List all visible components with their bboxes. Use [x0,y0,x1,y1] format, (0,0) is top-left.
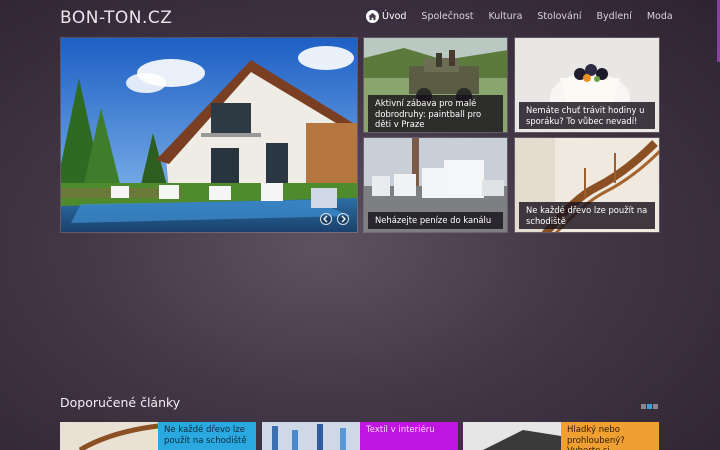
carousel-dots [641,404,659,409]
site-logo[interactable]: BON-TON.CZ [60,8,172,28]
main-nav: Úvod Společnost Kultura Stolování Bydlen… [366,8,673,24]
tile-caption: Neházejte peníze do kanálu [368,212,503,229]
card-title: Ne každé dřevo lze použít na schodiště [158,422,256,450]
nav-label: Úvod [382,10,407,22]
section-title-recommended: Doporučené články [60,395,181,410]
carousel-dot[interactable] [653,404,658,409]
tile-caption: Ne každé dřevo lze použít na schodiště [519,202,655,229]
nav-item-stolovani[interactable]: Stolování [537,11,581,22]
tile-caption: Aktivní zábava pro malé dobrodruhy: pain… [368,95,503,132]
recommended-card[interactable]: Ne každé dřevo lze použít na schodiště [60,422,257,450]
slider-next-button[interactable] [337,213,349,225]
card-thumbnail [60,422,158,450]
article-tile-canal[interactable]: Neházejte peníze do kanálu [363,137,508,233]
nav-label: Stolování [537,10,582,22]
card-thumbnail [463,422,561,450]
nav-label: Kultura [488,10,523,22]
nav-item-uvod[interactable]: Úvod [366,9,407,23]
nav-label: Moda [646,10,673,22]
card-thumbnail [262,422,360,450]
nav-item-kultura[interactable]: Kultura [489,11,523,22]
tile-caption: Nemáte chuť trávit hodiny u sporáku? To … [519,102,655,129]
article-tile-paintball[interactable]: Aktivní zábava pro malé dobrodruhy: pain… [363,37,508,133]
recommended-card[interactable]: Hladký nebo prohloubený? Vyberte si... [463,422,660,450]
hero-image [61,38,357,232]
nav-item-bydleni[interactable]: Bydlení [597,11,632,22]
carousel-dot[interactable] [641,404,646,409]
nav-item-moda[interactable]: Moda [647,11,673,22]
nav-label: Společnost [421,10,474,22]
nav-label: Bydlení [596,10,632,22]
carousel-dot-active[interactable] [647,404,652,409]
article-tile-stairs[interactable]: Ne každé dřevo lze použít na schodiště [514,137,660,233]
nav-item-spolecnost[interactable]: Společnost [421,11,473,22]
card-title: Hladký nebo prohloubený? Vyberte si... [561,422,659,450]
chevron-left-icon [323,215,328,223]
home-icon [366,9,379,23]
chevron-right-icon [341,215,346,223]
hero-slider[interactable] [60,37,358,233]
card-title: Textil v interiéru [360,422,458,450]
recommended-card[interactable]: Textil v interiéru [262,422,459,450]
article-tile-kitchen[interactable]: Nemáte chuť trávit hodiny u sporáku? To … [514,37,660,133]
slider-prev-button[interactable] [320,213,332,225]
